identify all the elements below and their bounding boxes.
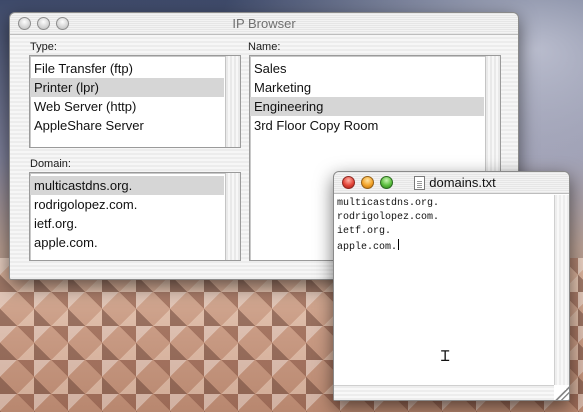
- name-list-items: Sales Marketing Engineering 3rd Floor Copy …: [250, 59, 484, 135]
- list-item[interactable]: File Transfer (ftp): [30, 59, 224, 78]
- text-line-content: apple.com.: [337, 242, 398, 253]
- text-line-content: ietf.org.: [337, 226, 392, 237]
- list-item[interactable]: 3rd Floor Copy Room: [250, 116, 484, 135]
- text-line-content: rodrigolopez.com.: [337, 212, 440, 223]
- text-caret: [398, 239, 400, 250]
- list-item[interactable]: multicastdns.org.: [30, 176, 224, 195]
- resize-grip[interactable]: [554, 385, 569, 400]
- text-line: multicastdns.org.: [337, 197, 551, 211]
- list-item[interactable]: Sales: [250, 59, 484, 78]
- list-item[interactable]: ietf.org.: [30, 214, 224, 233]
- text-line: apple.com.: [337, 239, 551, 253]
- window-title: IP Browser: [232, 16, 296, 31]
- domain-list[interactable]: multicastdns.org. rodrigolopez.com. ietf.o…: [29, 172, 241, 261]
- window-title: domains.txt: [429, 175, 496, 190]
- text-editor-titlebar[interactable]: domains.txt: [334, 172, 569, 194]
- text-line-content: multicastdns.org.: [337, 198, 440, 209]
- text-vertical-scrollbar[interactable]: [554, 195, 569, 385]
- text-line: ietf.org.: [337, 225, 551, 239]
- ip-browser-titlebar[interactable]: IP Browser: [10, 13, 518, 35]
- list-item[interactable]: Printer (lpr): [30, 78, 224, 97]
- domain-label: Domain:: [30, 158, 71, 170]
- list-item[interactable]: Web Server (http): [30, 97, 224, 116]
- list-item[interactable]: Engineering: [250, 97, 484, 116]
- ibeam-cursor-icon: Ɪ: [441, 347, 450, 365]
- list-item[interactable]: Marketing: [250, 78, 484, 97]
- close-button[interactable]: [342, 176, 355, 189]
- text-editor-window: domains.txt multicastdns.org. rodrigolope…: [333, 171, 570, 401]
- list-item[interactable]: AppleShare Server: [30, 116, 224, 135]
- text-line: rodrigolopez.com.: [337, 211, 551, 225]
- type-list-scrollbar[interactable]: [225, 56, 240, 147]
- domain-list-items: multicastdns.org. rodrigolopez.com. ietf.o…: [30, 176, 224, 252]
- type-list-items: File Transfer (ftp) Printer (lpr) Web Serv…: [30, 59, 224, 135]
- type-list[interactable]: File Transfer (ftp) Printer (lpr) Web Serv…: [29, 55, 241, 148]
- name-label: Name:: [248, 41, 281, 53]
- type-label: Type:: [30, 41, 57, 53]
- list-item[interactable]: apple.com.: [30, 233, 224, 252]
- text-horizontal-scrollbar[interactable]: [334, 385, 554, 400]
- list-item[interactable]: rodrigolopez.com.: [30, 195, 224, 214]
- domain-list-scrollbar[interactable]: [225, 173, 240, 260]
